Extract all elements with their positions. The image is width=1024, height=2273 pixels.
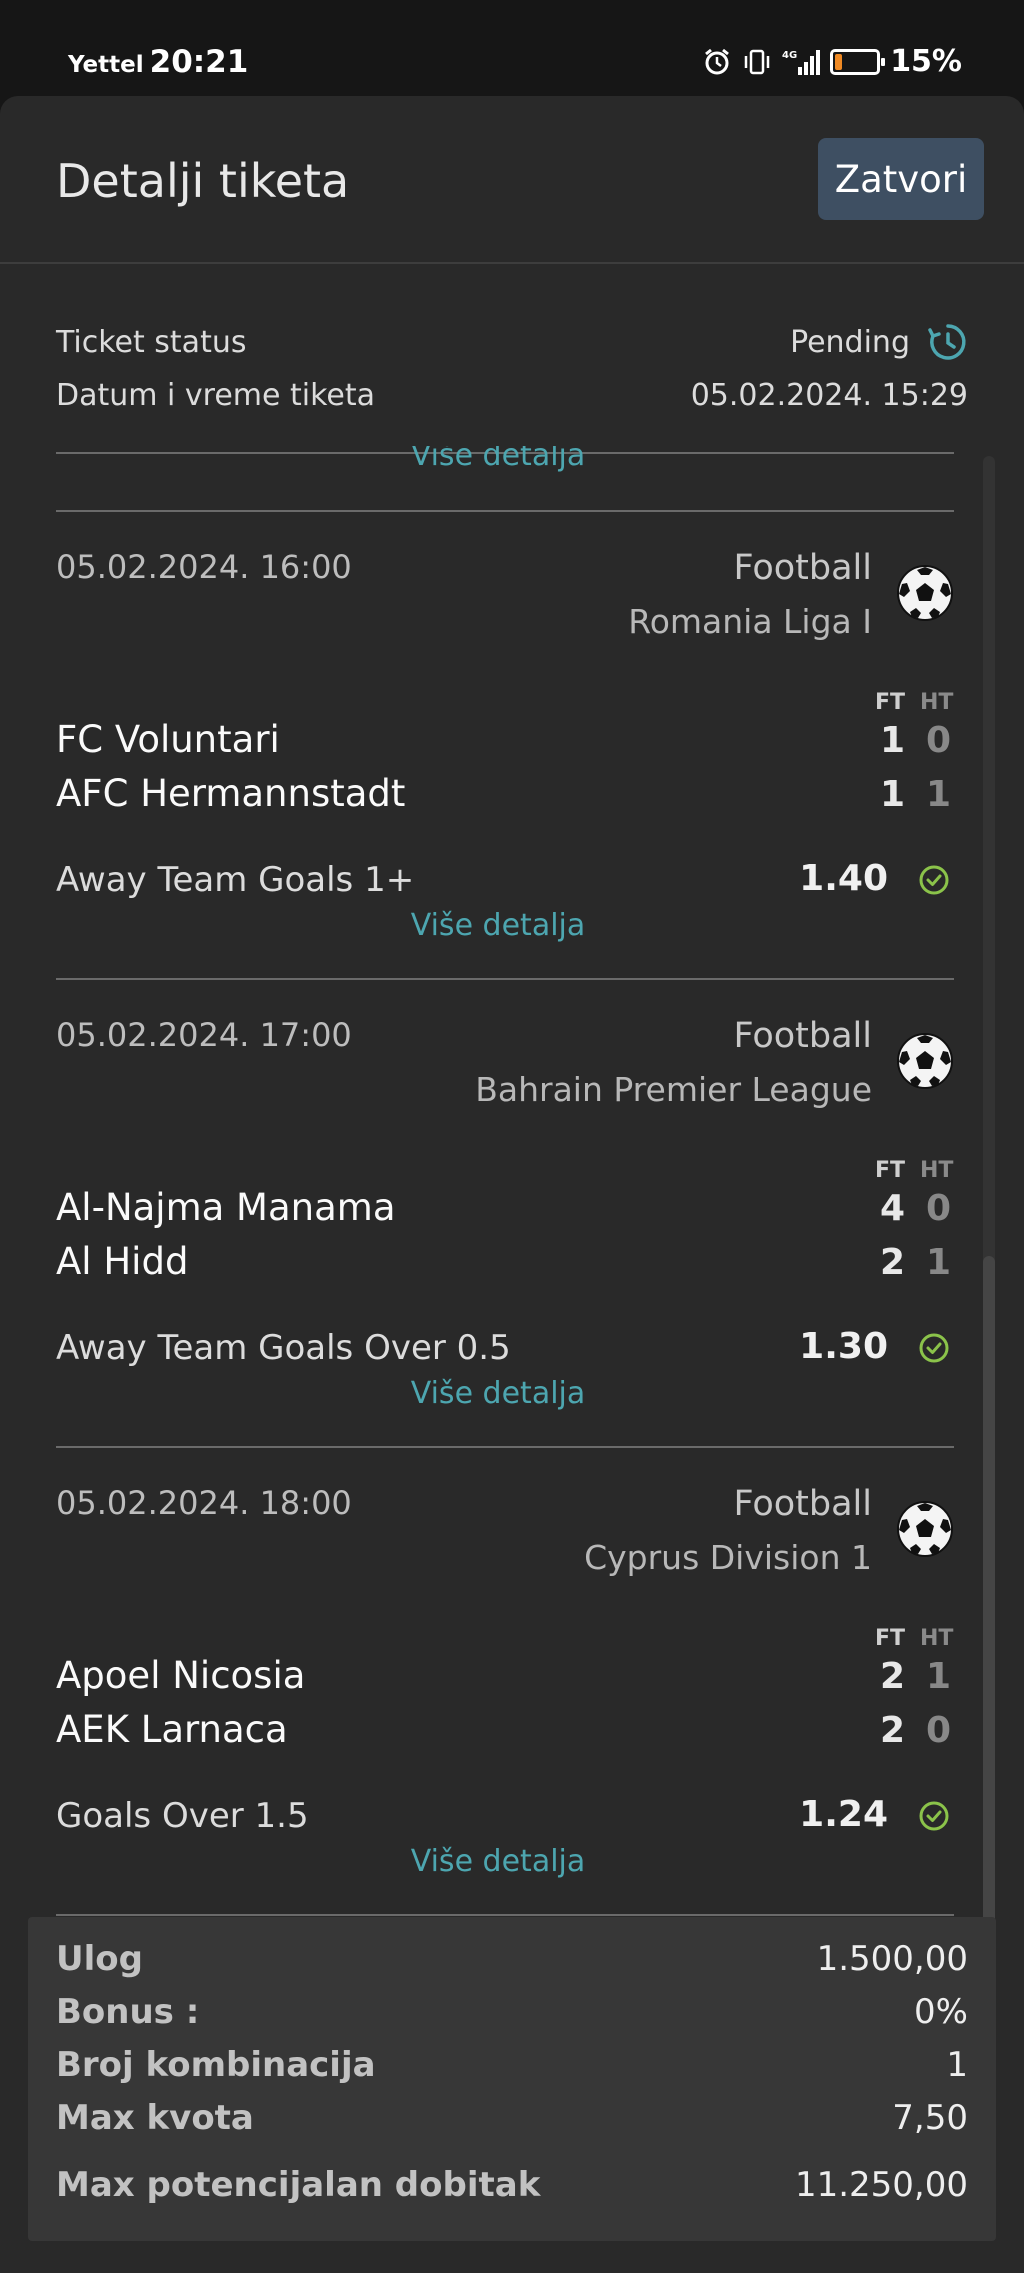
max-odds-value: 7,50: [892, 2098, 968, 2138]
ht-header: HT: [920, 1158, 954, 1183]
battery-fill: [835, 53, 843, 70]
signal-icon: 4G: [782, 49, 821, 75]
status-bar-left: Yettel 20:21: [68, 44, 248, 80]
home-score-ht: 0: [926, 1188, 952, 1229]
pick-odds: 1.24: [799, 1794, 888, 1835]
pick-label: Goals Over 1.5: [56, 1796, 309, 1836]
summary-row-combos: Broj kombinacija 1: [56, 2045, 968, 2085]
match-date: 05.02.2024. 18:00: [56, 1484, 352, 1522]
ticket-datetime-row: Datum i vreme tiketa 05.02.2024. 15:29: [56, 378, 968, 413]
home-score-ft: 1: [880, 720, 906, 761]
ht-header: HT: [920, 690, 954, 715]
match-card: 05.02.2024. 16:00 Football Romania Liga …: [0, 512, 1024, 982]
ticket-status-label: Ticket status: [56, 324, 247, 360]
svg-text:4G: 4G: [782, 50, 797, 61]
home-team: FC Voluntari: [56, 718, 280, 761]
away-score-ft: 2: [880, 1242, 906, 1283]
more-details-label: Više detalja: [410, 908, 586, 943]
ft-header: FT: [875, 1626, 906, 1651]
match-sport: Football: [733, 1016, 872, 1056]
pending-clock-icon: [928, 324, 966, 360]
pick-label: Away Team Goals 1+: [56, 860, 415, 900]
bonus-label: Bonus :: [56, 1992, 200, 2032]
away-score-ht: 1: [926, 774, 952, 815]
match-sport: Football: [733, 1484, 872, 1524]
max-odds-label: Max kvota: [56, 2098, 254, 2138]
combos-label: Broj kombinacija: [56, 2045, 376, 2085]
home-team: Apoel Nicosia: [56, 1654, 306, 1697]
home-score-ft: 4: [880, 1188, 906, 1229]
clock: 20:21: [149, 44, 249, 80]
max-win-label: Max potencijalan dobitak: [56, 2165, 541, 2205]
ticket-datetime-label: Datum i vreme tiketa: [56, 378, 375, 413]
home-score-ft: 2: [880, 1656, 906, 1697]
away-team: AEK Larnaca: [56, 1708, 288, 1751]
max-win-value: 11.250,00: [794, 2165, 968, 2205]
pick-odds: 1.30: [799, 1326, 888, 1367]
ft-header: FT: [875, 1158, 906, 1183]
football-icon: [897, 565, 953, 621]
summary-row-max-win: Max potencijalan dobitak 11.250,00: [56, 2165, 968, 2205]
ticket-status-value: Pending: [790, 324, 910, 360]
combos-value: 1: [946, 2045, 968, 2085]
away-score-ht: 0: [926, 1710, 952, 1751]
away-team: Al Hidd: [56, 1240, 189, 1283]
away-team: AFC Hermannstadt: [56, 772, 406, 815]
away-score-ht: 1: [926, 1242, 952, 1283]
match-card: 05.02.2024. 17:00 Football Bahrain Premi…: [0, 980, 1024, 1450]
stake-value: 1.500,00: [816, 1939, 968, 1979]
summary-row-stake: Ulog 1.500,00: [56, 1939, 968, 1979]
check-circle-icon: [919, 865, 949, 895]
ticket-status-row: Ticket status Pending: [56, 322, 968, 362]
home-score-ht: 0: [926, 720, 952, 761]
carrier-name: Yettel: [68, 52, 144, 78]
home-score-ht: 1: [926, 1656, 952, 1697]
check-circle-icon: [919, 1801, 949, 1831]
away-score-ft: 2: [880, 1710, 906, 1751]
ticket-status-value-wrap: Pending: [790, 322, 968, 362]
match-date: 05.02.2024. 16:00: [56, 548, 352, 586]
stake-label: Ulog: [56, 1939, 143, 1979]
close-button[interactable]: Zatvori: [818, 138, 984, 220]
ticket-datetime-value: 05.02.2024. 15:29: [690, 378, 968, 413]
ticket-details-modal: Detalji tiketa Zatvori Ticket status Pen…: [0, 96, 1024, 2273]
ticket-summary: Ulog 1.500,00 Bonus : 0% Broj kombinacij…: [28, 1917, 996, 2241]
ht-header: HT: [920, 1626, 954, 1651]
summary-row-bonus: Bonus : 0%: [56, 1992, 968, 2032]
match-sport: Football: [733, 548, 872, 588]
match-league: Bahrain Premier League: [475, 1070, 872, 1109]
modal-header: Detalji tiketa Zatvori: [0, 96, 1024, 264]
alarm-icon: [705, 48, 730, 74]
summary-row-max-odds: Max kvota 7,50: [56, 2098, 968, 2138]
pick-label: Away Team Goals Over 0.5: [56, 1328, 511, 1368]
vibrate-icon: [744, 49, 770, 74]
battery-icon: [830, 48, 886, 75]
match-card: 05.02.2024. 18:00 Football Cyprus Divisi…: [0, 1448, 1024, 1918]
away-score-ft: 1: [880, 774, 906, 815]
more-details-label: Više detalja: [410, 1376, 586, 1411]
page-title: Detalji tiketa: [56, 154, 350, 208]
more-details-link[interactable]: Više detalja: [0, 908, 1010, 943]
check-circle-icon: [919, 1333, 949, 1363]
match-league: Cyprus Division 1: [584, 1538, 872, 1577]
bonus-value: 0%: [914, 1992, 968, 2032]
football-icon: [897, 1501, 953, 1557]
match-league: Romania Liga I: [628, 602, 872, 641]
more-details-link[interactable]: Više detalja: [0, 1376, 1010, 1411]
pick-odds: 1.40: [799, 858, 888, 899]
battery-percent: 15%: [890, 44, 962, 79]
ft-header: FT: [875, 690, 906, 715]
more-details-link-partial[interactable]: Više detalja: [0, 446, 1010, 474]
match-date: 05.02.2024. 17:00: [56, 1016, 352, 1054]
status-bar-right: 4G 15%: [702, 44, 962, 79]
home-team: Al-Najma Manama: [56, 1186, 396, 1229]
divider: [56, 1914, 954, 1916]
more-details-link[interactable]: Više detalja: [0, 1844, 1010, 1879]
more-details-label: Više detalja: [410, 446, 586, 473]
football-icon: [897, 1033, 953, 1089]
status-bar: Yettel 20:21 4G 15%: [0, 0, 1024, 98]
more-details-label: Više detalja: [410, 1844, 586, 1879]
